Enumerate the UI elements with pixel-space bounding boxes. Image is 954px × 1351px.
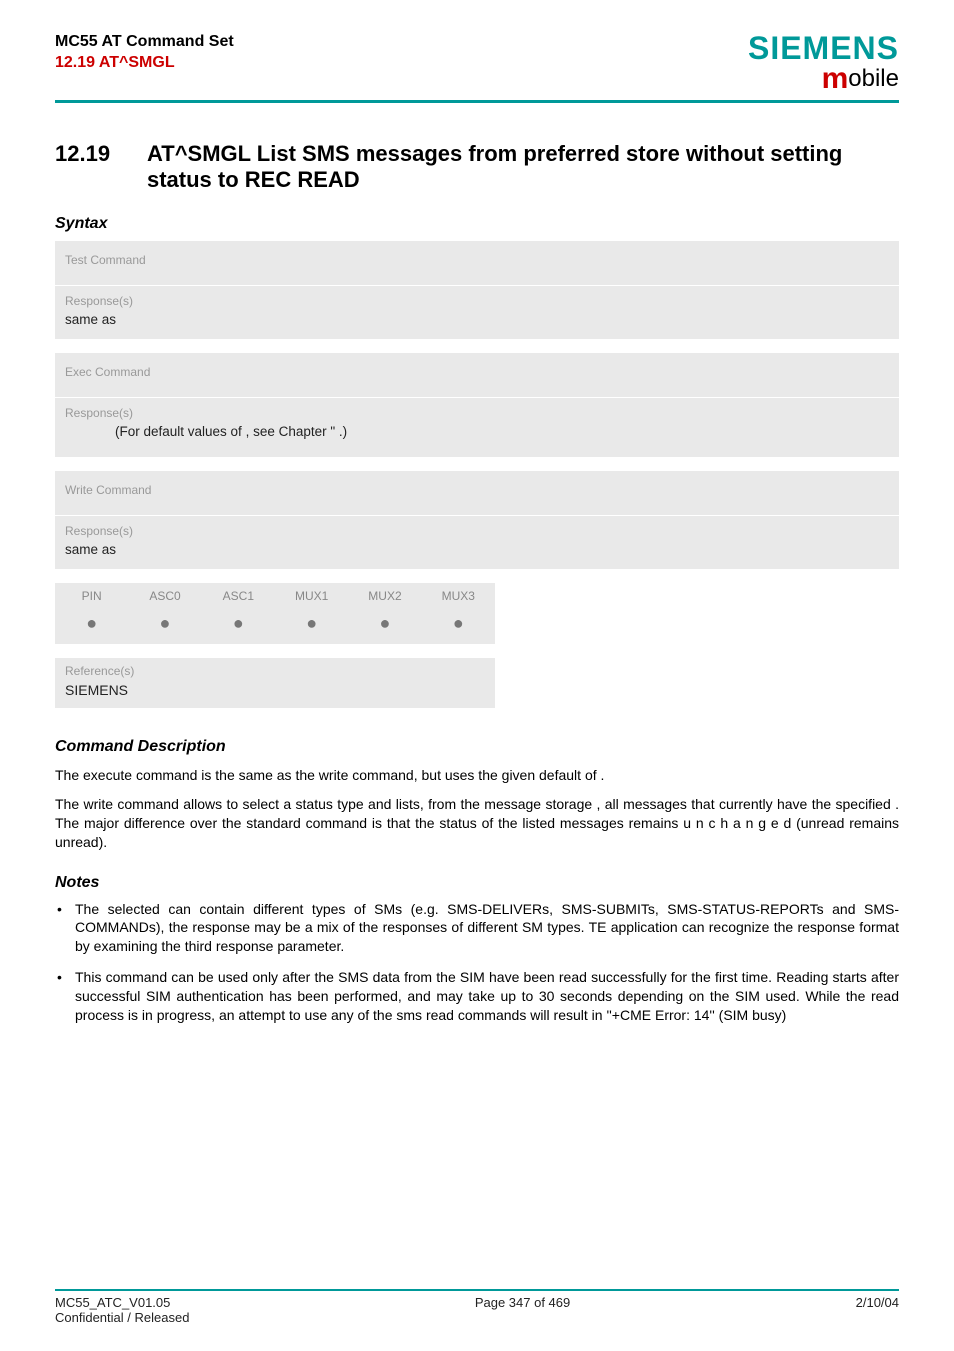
logo-mobile: mobile	[748, 64, 899, 94]
notes-heading: Notes	[55, 874, 899, 892]
reference-value: SIEMENS	[55, 682, 495, 708]
compat-header-row: PIN ASC0 ASC1 MUX1 MUX2 MUX3	[55, 583, 495, 609]
compat-dot: ●	[128, 609, 201, 644]
command-description-p2: The write command allows to select a sta…	[55, 795, 899, 852]
logo-siemens: SIEMENS	[748, 32, 899, 64]
compat-dot: ●	[202, 609, 275, 644]
doc-header-left: MC55 AT Command Set 12.19 AT^SMGL	[55, 32, 234, 74]
test-response-text: same as	[55, 312, 899, 339]
compat-dot: ●	[275, 609, 348, 644]
note-item: The selected can contain different types…	[55, 900, 899, 957]
compat-dot: ●	[422, 609, 495, 644]
footer-rule	[55, 1289, 899, 1291]
notes-list: The selected can contain different types…	[55, 900, 899, 1025]
command-description-heading: Command Description	[55, 738, 899, 756]
footer-version: MC55_ATC_V01.05	[55, 1295, 189, 1310]
compat-col-mux2: MUX2	[348, 583, 421, 609]
test-response-label: Response(s)	[55, 286, 899, 312]
logo: SIEMENS mobile	[748, 32, 899, 94]
exec-response-box: Response(s) (For default values of , see…	[55, 398, 899, 457]
write-response-text: same as	[55, 542, 899, 569]
doc-title: MC55 AT Command Set	[55, 32, 234, 53]
section-number: 12.19	[55, 141, 147, 193]
test-command-label: Test Command	[55, 241, 899, 285]
footer-date: 2/10/04	[856, 1295, 899, 1325]
syntax-heading: Syntax	[55, 215, 899, 233]
write-response-box: Response(s) same as	[55, 516, 899, 569]
compat-dot: ●	[55, 609, 128, 644]
exec-command-label: Exec Command	[55, 353, 899, 397]
compat-col-asc1: ASC1	[202, 583, 275, 609]
write-command-box: Write Command	[55, 471, 899, 515]
compat-col-mux1: MUX1	[275, 583, 348, 609]
command-description-p1: The execute command is the same as the w…	[55, 766, 899, 785]
compat-dot-row: ● ● ● ● ● ●	[55, 609, 495, 644]
test-command-box: Test Command	[55, 241, 899, 285]
compat-col-asc0: ASC0	[128, 583, 201, 609]
exec-command-box: Exec Command	[55, 353, 899, 397]
doc-subtitle: 12.19 AT^SMGL	[55, 53, 234, 74]
footer-page: Page 347 of 469	[475, 1295, 570, 1325]
test-response-box: Response(s) same as	[55, 286, 899, 339]
exec-response-line: (For default values of , see Chapter " .…	[55, 424, 899, 457]
compat-dot: ●	[348, 609, 421, 644]
section-heading: 12.19 AT^SMGL List SMS messages from pre…	[55, 141, 899, 193]
section-title-text: AT^SMGL List SMS messages from preferred…	[147, 141, 899, 193]
compat-col-pin: PIN	[55, 583, 128, 609]
footer-status: Confidential / Released	[55, 1310, 189, 1325]
reference-label: Reference(s)	[55, 658, 495, 682]
compat-col-mux3: MUX3	[422, 583, 495, 609]
exec-response-label: Response(s)	[55, 398, 899, 424]
write-response-label: Response(s)	[55, 516, 899, 542]
note-item: This command can be used only after the …	[55, 968, 899, 1025]
footer-left: MC55_ATC_V01.05 Confidential / Released	[55, 1295, 189, 1325]
header-rule	[55, 100, 899, 103]
write-command-label: Write Command	[55, 471, 899, 515]
